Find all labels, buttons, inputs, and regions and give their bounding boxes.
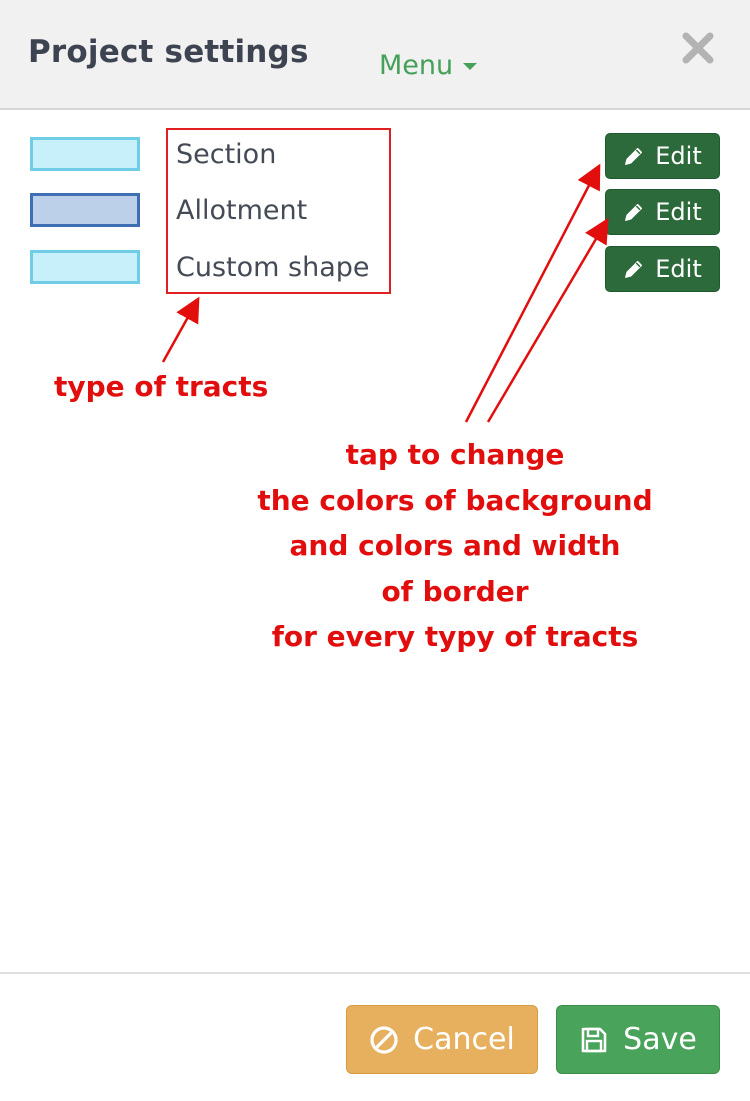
save-label: Save [623, 1022, 697, 1057]
annotation-type-of-tracts: type of tracts [54, 370, 269, 403]
arrow-to-edit-2 [486, 217, 609, 423]
save-button[interactable]: Save [556, 1005, 720, 1074]
annotation-line: the colors of background [257, 483, 653, 517]
footer-divider [0, 972, 750, 974]
cancel-label: Cancel [413, 1022, 515, 1057]
ban-icon [370, 1025, 398, 1054]
arrow-to-labels [161, 296, 200, 363]
annotation-line: of border [381, 574, 529, 608]
floppy-disk-icon [581, 1027, 607, 1052]
annotation-line: for every typy of tracts [271, 620, 639, 653]
annotation-line: tap to change [345, 438, 565, 471]
annotation-tap-instructions: tap to change the colors of background a… [240, 432, 670, 660]
annotation-line: and colors and width [289, 529, 621, 562]
cancel-button[interactable]: Cancel [346, 1005, 538, 1074]
arrow-to-edit-1 [464, 163, 601, 423]
